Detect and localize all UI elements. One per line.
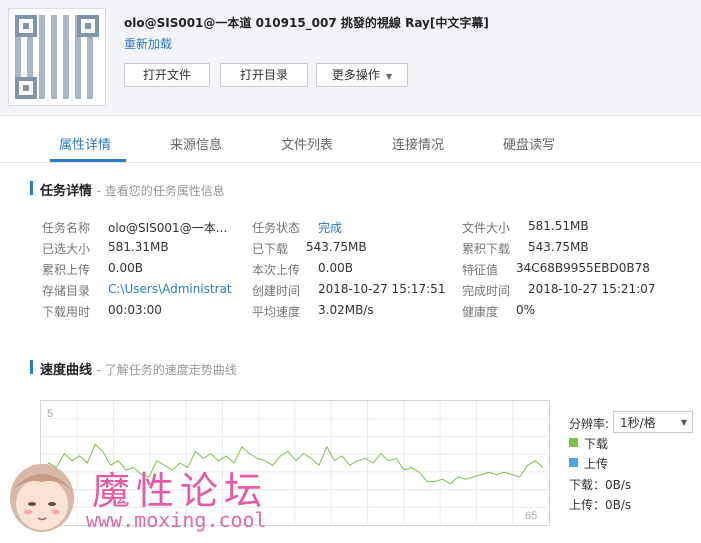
detail-label: 完成时间 [462, 284, 511, 298]
section-marker [30, 181, 33, 195]
avg-speed-value: 3.02MB/s [318, 303, 374, 317]
total-downloaded-value: 543.75MB [528, 240, 589, 254]
tab-properties[interactable]: 属性详情 [59, 134, 111, 153]
qr-code-thumbnail [8, 8, 106, 106]
upload-legend-swatch [569, 458, 578, 467]
detail-label: 累积上传 [42, 263, 91, 277]
download-legend-label: 下载 [584, 437, 609, 451]
speed-chart-svg: 5 65 [40, 401, 549, 525]
detail-label: 下载用时 [42, 305, 91, 319]
download-rate: 下载：0B/s [569, 478, 632, 492]
speed-chart: 5 65 [40, 400, 550, 526]
file-size-value: 581.51MB [528, 219, 589, 233]
detail-label: 存储目录 [42, 284, 91, 298]
y-top-label: 5 [47, 408, 53, 420]
detail-label: 创建时间 [252, 284, 301, 298]
tab-disk-io[interactable]: 硬盘读写 [503, 134, 555, 153]
more-actions-button[interactable]: 更多操作 ▼ [316, 63, 408, 87]
task-header: olo@SIS001@一本道 010915_007 挑發的視線 Ray[中文字幕… [0, 0, 701, 116]
tab-files[interactable]: 文件列表 [281, 134, 333, 153]
detail-label: 特征值 [462, 263, 499, 277]
total-uploaded-value: 0.00B [108, 261, 143, 275]
created-time-value: 2018-10-27 15:17:51 [318, 282, 446, 296]
downloaded-value: 543.75MB [306, 240, 367, 254]
detail-label: 任务名称 [42, 221, 91, 235]
open-folder-button[interactable]: 打开目录 [220, 63, 308, 87]
selected-size-value: 581.31MB [108, 240, 169, 254]
session-uploaded-value: 0.00B [318, 261, 353, 275]
x-end-label: 65 [525, 510, 537, 522]
detail-label: 已下载 [252, 242, 289, 256]
details-section-title: 任务详情 - 查看您的任务属性信息 [40, 184, 225, 199]
tab-connections[interactable]: 连接情况 [392, 134, 444, 153]
tab-bar: 属性详情 来源信息 文件列表 连接情况 硬盘读写 [0, 122, 701, 163]
detail-label: 任务状态 [252, 221, 301, 235]
active-tab-indicator [50, 159, 126, 162]
section-marker [30, 360, 33, 374]
completed-time-value: 2018-10-27 15:21:07 [528, 282, 656, 296]
detail-label: 文件大小 [462, 221, 511, 235]
speed-section-title: 速度曲线 - 了解任务的速度走势曲线 [40, 363, 237, 378]
task-status-value: 完成 [318, 221, 343, 235]
download-speed-line [40, 443, 544, 485]
open-file-button[interactable]: 打开文件 [124, 63, 210, 87]
tab-source[interactable]: 来源信息 [170, 134, 222, 153]
upload-rate: 上传：0B/s [569, 498, 632, 512]
storage-path-link[interactable]: C:\Users\Administrat... [108, 282, 233, 296]
download-legend-swatch [569, 438, 578, 447]
detail-label: 健康度 [462, 305, 499, 319]
redownload-link[interactable]: 重新加载 [124, 35, 172, 52]
resolution-label: 分辨率: [569, 417, 610, 431]
detail-label: 本次上传 [252, 263, 301, 277]
chevron-down-icon: ▼ [680, 418, 687, 427]
task-title: olo@SIS001@一本道 010915_007 挑發的視線 Ray[中文字幕… [124, 16, 489, 30]
chevron-down-icon: ▼ [385, 72, 393, 81]
download-duration-value: 00:03:00 [108, 303, 162, 317]
detail-label: 平均速度 [252, 305, 301, 319]
upload-legend-label: 上传 [584, 457, 609, 471]
detail-label: 累积下载 [462, 242, 511, 256]
detail-label: 已选大小 [42, 242, 91, 256]
resolution-select[interactable]: 1秒/格 ▼ [613, 411, 693, 433]
task-name-value: olo@SIS001@一本... [108, 221, 228, 235]
hash-value: 34C68B9955EBD0B78... [516, 261, 651, 275]
health-value: 0% [516, 303, 536, 317]
